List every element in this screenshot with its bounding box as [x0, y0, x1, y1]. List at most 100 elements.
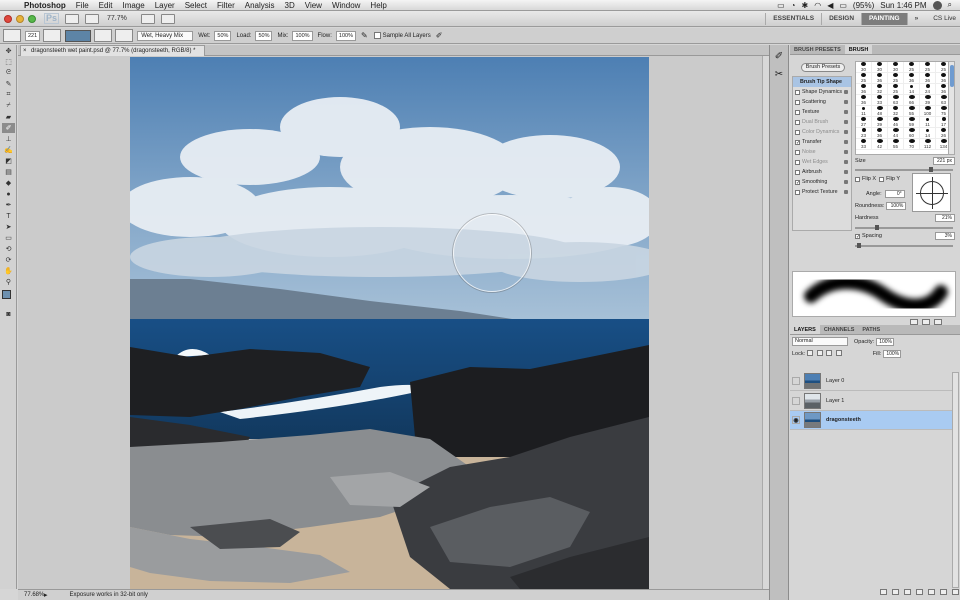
load-brush-icon[interactable] — [94, 29, 113, 42]
brush-tip-cell[interactable]: 30 — [856, 62, 872, 73]
blur-icon[interactable]: ◆ — [2, 178, 15, 188]
lock-icon[interactable] — [844, 170, 848, 174]
move-tool-icon[interactable]: ✥ — [2, 46, 15, 56]
flip-y-checkbox[interactable] — [879, 176, 885, 182]
document-tab[interactable]: × dragonsteeth wet paint.psd @ 77.7% (dr… — [20, 45, 205, 56]
brush-option-checkbox[interactable] — [795, 89, 800, 95]
brush-tip-cell[interactable]: 100 — [920, 106, 936, 117]
opacity-field[interactable]: 100% — [876, 337, 895, 346]
layer-style-icon[interactable] — [892, 589, 899, 595]
airbrush-icon[interactable]: ✎ — [361, 31, 368, 40]
menu-app-name[interactable]: Photoshop — [22, 1, 71, 10]
menu-select[interactable]: Select — [180, 1, 212, 10]
zoom-window-button[interactable] — [28, 14, 36, 23]
brush-tip-cell[interactable]: 36 — [872, 73, 888, 84]
brush-tip-cell[interactable]: 23 — [856, 128, 872, 139]
brush-tip-cell[interactable]: 25 — [920, 62, 936, 73]
tool-preset-picker-icon[interactable] — [3, 29, 21, 42]
workspace-more[interactable]: » — [906, 12, 926, 25]
hardness-slider[interactable] — [855, 225, 953, 230]
brush-presets-button[interactable]: Brush Presets — [801, 63, 845, 72]
brush-option-item[interactable]: Texture — [793, 107, 851, 117]
menu-filter[interactable]: Filter — [212, 1, 240, 10]
brush-tip-cell[interactable]: 25 — [888, 73, 904, 84]
brush-tip-cell[interactable]: 30 — [872, 62, 888, 73]
brush-tip-cell[interactable]: 24 — [920, 84, 936, 95]
brush-tip-cell[interactable]: 33 — [856, 139, 872, 150]
tab-brush-presets[interactable]: BRUSH PRESETS — [790, 45, 845, 54]
lock-all-icon[interactable] — [835, 350, 842, 356]
fill-field[interactable]: 100% — [883, 350, 902, 358]
roundness-field[interactable]: 100% — [886, 202, 907, 210]
brush-tip-cell[interactable]: 44 — [888, 128, 904, 139]
brush-option-checkbox[interactable] — [795, 189, 800, 195]
layers-scrollbar[interactable] — [952, 372, 959, 588]
menu-layer[interactable]: Layer — [150, 1, 180, 10]
brush-tip-cell[interactable]: 33 — [872, 95, 888, 106]
brush-option-checkbox[interactable] — [795, 99, 800, 105]
eraser-icon[interactable]: ◩ — [2, 156, 15, 166]
brush-tip-cell[interactable]: 36 — [856, 95, 872, 106]
lock-icon[interactable] — [844, 100, 848, 104]
brush-tip-cell[interactable]: 25 — [904, 62, 920, 73]
current-brush-load-swatch[interactable] — [65, 29, 92, 42]
lasso-tool-icon[interactable]: ᘓ — [2, 68, 15, 78]
dodge-icon[interactable]: ● — [2, 189, 15, 199]
menu-file[interactable]: File — [71, 1, 94, 10]
toggle-brush-panel-icon[interactable] — [43, 29, 62, 42]
menu-analysis[interactable]: Analysis — [240, 1, 280, 10]
minimize-window-button[interactable] — [16, 14, 24, 23]
new-layer-icon[interactable] — [940, 589, 947, 595]
launch-bridge-icon[interactable] — [65, 13, 80, 24]
lock-icon[interactable] — [844, 90, 848, 94]
brush-tip-cell[interactable]: 39 — [920, 95, 936, 106]
menu-image[interactable]: Image — [117, 1, 149, 10]
3d-rotate-icon[interactable]: ⟲ — [2, 244, 15, 254]
healing-brush-icon[interactable]: ▰ — [2, 112, 15, 122]
brush-option-item[interactable]: Color Dynamics — [793, 127, 851, 137]
path-selection-icon[interactable]: ➤ — [2, 222, 15, 232]
3d-orbit-icon[interactable]: ⟳ — [2, 255, 15, 265]
lock-icon[interactable] — [844, 190, 848, 194]
brush-option-item[interactable]: ✓ Smoothing — [793, 177, 851, 187]
brush-option-checkbox[interactable] — [795, 119, 800, 125]
layer-name[interactable]: Layer 1 — [826, 398, 844, 404]
brush-tip-cell[interactable]: 30 — [888, 62, 904, 73]
wet-field[interactable]: 50% — [214, 30, 232, 41]
menu-3d[interactable]: 3D — [280, 1, 300, 10]
eyedropper-icon[interactable]: ⌿ — [2, 101, 15, 111]
wifi-icon[interactable]: ◠ — [814, 1, 821, 10]
lock-icon[interactable] — [844, 180, 848, 184]
brush-option-checkbox[interactable] — [795, 109, 800, 115]
brush-option-item[interactable]: Shape Dynamics — [793, 87, 851, 97]
volume-icon[interactable]: ◀ — [827, 1, 833, 10]
brush-option-item[interactable]: Scattering — [793, 97, 851, 107]
user-icon[interactable] — [932, 0, 942, 10]
layer-row[interactable]: ◉ dragonsteeth — [790, 411, 952, 430]
brush-tip-cell[interactable]: 36 — [920, 73, 936, 84]
brush-tip-scrollbar[interactable] — [948, 61, 955, 155]
brush-option-item[interactable]: Protect Texture — [793, 187, 851, 197]
brush-option-checkbox[interactable] — [795, 149, 800, 155]
hand-tool-icon[interactable]: ✋ — [2, 266, 15, 276]
brush-option-checkbox[interactable] — [795, 169, 800, 175]
brush-tip-cell[interactable]: 63 — [888, 95, 904, 106]
status-info-icon[interactable]: ▸ — [44, 591, 48, 599]
gradient-icon[interactable]: ▤ — [2, 167, 15, 177]
pressure-icon[interactable]: ✐ — [436, 31, 443, 40]
layer-thumbnail[interactable] — [804, 412, 821, 428]
brush-panel-icon[interactable]: ✐ — [772, 49, 786, 63]
canvas-area[interactable] — [18, 56, 769, 589]
layer-thumbnail[interactable] — [804, 393, 821, 409]
screen-mode-icon[interactable] — [160, 13, 175, 24]
brush-tip-cell[interactable]: 66 — [904, 95, 920, 106]
brush-tip-cell[interactable]: 55 — [904, 106, 920, 117]
lock-transparency-icon[interactable] — [807, 350, 814, 356]
close-tab-icon[interactable]: × — [23, 46, 27, 56]
brush-tip-cell[interactable]: 46 — [888, 117, 904, 128]
brush-tip-cell[interactable]: 14 — [920, 128, 936, 139]
brush-tip-cell[interactable]: 11 — [920, 117, 936, 128]
brush-tool-icon[interactable]: ✐ — [2, 123, 15, 133]
pen-icon[interactable]: ✒ — [2, 200, 15, 210]
brush-tip-cell[interactable]: 48 — [872, 106, 888, 117]
